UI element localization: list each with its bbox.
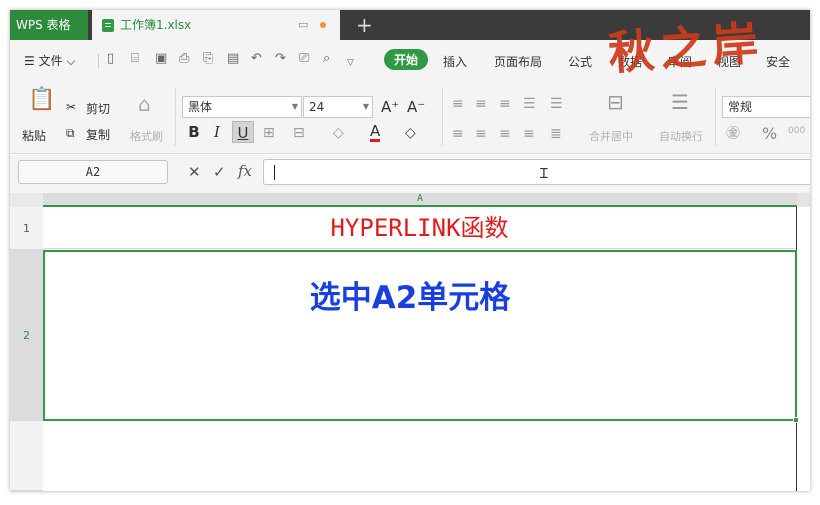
divider bbox=[98, 54, 99, 68]
app-tab[interactable]: WPS 表格 bbox=[10, 10, 88, 40]
print-preview-icon[interactable]: ⎘ bbox=[203, 51, 213, 67]
undo-icon[interactable]: ↶ bbox=[251, 51, 262, 67]
tab-page-layout[interactable]: 页面布局 bbox=[494, 53, 542, 70]
cell-a1[interactable]: HYPERLINK函数 bbox=[43, 207, 796, 249]
cancel-icon[interactable]: ✕ bbox=[188, 163, 201, 181]
font-name-value: 黑体 bbox=[188, 100, 213, 114]
align-left-icon[interactable]: ≡ bbox=[452, 126, 464, 142]
grow-font-button[interactable]: A⁺ bbox=[381, 98, 399, 116]
group-divider bbox=[442, 88, 443, 146]
group-divider bbox=[715, 88, 716, 146]
border-icon[interactable]: ⊞ bbox=[263, 125, 275, 141]
open-folder-icon[interactable]: ⌸ bbox=[131, 51, 139, 67]
redo-icon[interactable]: ↷ bbox=[275, 51, 286, 67]
merge-center-button[interactable]: 合并居中 bbox=[589, 128, 633, 144]
copy-icon[interactable]: ⧉ bbox=[66, 126, 75, 141]
font-size-value: 24 bbox=[309, 100, 325, 114]
text-caret bbox=[274, 165, 275, 180]
number-format-value: 常规 bbox=[728, 100, 753, 114]
tab-insert[interactable]: 插入 bbox=[443, 53, 467, 70]
confirm-icon[interactable]: ✓ bbox=[213, 163, 226, 181]
font-color-button[interactable]: A bbox=[370, 123, 381, 142]
export-pdf-icon[interactable]: ⎚ bbox=[299, 51, 309, 67]
underline-button[interactable]: U bbox=[232, 121, 254, 143]
indent-decrease-icon[interactable]: ☰ bbox=[523, 96, 536, 112]
print-icon[interactable]: ⎙ bbox=[179, 51, 189, 67]
merge-center-icon[interactable]: ⊟ bbox=[607, 92, 624, 112]
align-top-icon[interactable]: ≡ bbox=[452, 96, 464, 112]
percent-button[interactable]: % bbox=[762, 124, 777, 143]
scissors-icon[interactable]: ✂ bbox=[66, 100, 76, 114]
paste-icon[interactable]: 📋 bbox=[28, 88, 55, 112]
currency-icon[interactable]: ㊎ bbox=[726, 126, 740, 142]
spreadsheet-grid: A 1 2 HYPERLINK函数 bbox=[10, 193, 810, 491]
tab-home[interactable]: 开始 bbox=[384, 49, 429, 70]
preview-search-icon[interactable]: ▤ bbox=[227, 51, 239, 67]
formula-bar: A2 ✕ ✓ fx Ɪ bbox=[10, 155, 810, 193]
indent-increase-icon[interactable]: ☰ bbox=[550, 96, 563, 112]
document-tab[interactable]: 工作簿1.xlsx ▭ bbox=[92, 10, 340, 40]
ribbon-toolbar: 📋 粘贴 ✂ 剪切 ⧉ 复制 ⌂ 格式刷 黑体 ▼ 24 ▼ A⁺ A⁻ B I… bbox=[10, 82, 810, 154]
unsaved-indicator bbox=[320, 22, 326, 28]
clear-format-icon[interactable]: ◇ bbox=[405, 125, 416, 141]
insert-function-button[interactable]: fx bbox=[238, 162, 252, 180]
chevron-down-icon: ▼ bbox=[362, 102, 369, 111]
align-middle-icon[interactable]: ≡ bbox=[475, 96, 487, 112]
cell-style-icon[interactable]: ⊟ bbox=[293, 125, 305, 141]
more-dropdown-icon[interactable]: ▽ bbox=[347, 55, 354, 71]
name-box[interactable]: A2 bbox=[18, 160, 168, 184]
file-menu[interactable]: ☰ 文件 ⌵ bbox=[24, 52, 75, 69]
cell-a3[interactable] bbox=[43, 422, 796, 491]
number-format-select[interactable]: 常规 bbox=[722, 96, 810, 118]
column-header-empty bbox=[797, 193, 810, 207]
format-painter-icon[interactable]: ⌂ bbox=[138, 94, 151, 114]
wps-window: WPS 表格 工作簿1.xlsx ▭ + ☰ 文件 ⌵ ▯ ⌸ ▣ ⎙ ⎘ ▤ … bbox=[10, 10, 810, 491]
cut-button[interactable]: 剪切 bbox=[86, 100, 110, 117]
new-file-icon[interactable]: ▯ bbox=[107, 51, 114, 67]
group-divider bbox=[175, 88, 176, 146]
row-header-1[interactable]: 1 bbox=[10, 207, 43, 250]
save-icon[interactable]: ▣ bbox=[155, 51, 167, 67]
column-header-a[interactable]: A bbox=[43, 193, 797, 207]
shrink-font-button[interactable]: A⁻ bbox=[407, 98, 425, 116]
watermark-logo: 秋之岸 bbox=[606, 15, 766, 81]
align-bottom-icon[interactable]: ≡ bbox=[499, 96, 511, 112]
select-all-corner[interactable] bbox=[10, 193, 43, 207]
align-right-icon[interactable]: ≡ bbox=[499, 126, 511, 142]
font-name-select[interactable]: 黑体 ▼ bbox=[182, 96, 302, 118]
fill-handle[interactable] bbox=[793, 417, 799, 423]
search-icon[interactable]: ⌕ bbox=[323, 51, 330, 67]
new-tab-button[interactable]: + bbox=[356, 10, 373, 40]
justify-icon[interactable]: ≡ bbox=[523, 126, 535, 142]
formula-input[interactable]: Ɪ bbox=[263, 159, 810, 185]
wrap-text-icon[interactable]: ☰ bbox=[671, 92, 689, 112]
bold-button[interactable]: B bbox=[186, 121, 202, 143]
row-header-3[interactable] bbox=[10, 421, 43, 491]
fill-color-icon[interactable]: ◇ bbox=[333, 125, 344, 141]
thousands-separator-icon[interactable]: 000 bbox=[788, 126, 805, 136]
font-size-select[interactable]: 24 ▼ bbox=[303, 96, 373, 118]
chevron-down-icon: ▼ bbox=[291, 102, 298, 111]
align-center-icon[interactable]: ≡ bbox=[475, 126, 487, 142]
ibeam-cursor-icon: Ɪ bbox=[540, 166, 548, 182]
italic-button[interactable]: I bbox=[209, 121, 225, 143]
tab-security[interactable]: 安全 bbox=[766, 53, 790, 70]
monitor-icon[interactable]: ▭ bbox=[298, 18, 308, 32]
format-painter-button[interactable]: 格式刷 bbox=[130, 128, 163, 144]
document-name: 工作簿1.xlsx bbox=[120, 18, 192, 32]
copy-button[interactable]: 复制 bbox=[86, 126, 110, 143]
wrap-text-button[interactable]: 自动换行 bbox=[659, 128, 703, 144]
distribute-icon[interactable]: ≣ bbox=[550, 126, 562, 142]
paste-button[interactable]: 粘贴 bbox=[22, 127, 46, 144]
tutorial-caption: 选中A2单元格 bbox=[309, 280, 511, 316]
spreadsheet-file-icon bbox=[102, 19, 114, 32]
tab-formulas[interactable]: 公式 bbox=[568, 53, 592, 70]
